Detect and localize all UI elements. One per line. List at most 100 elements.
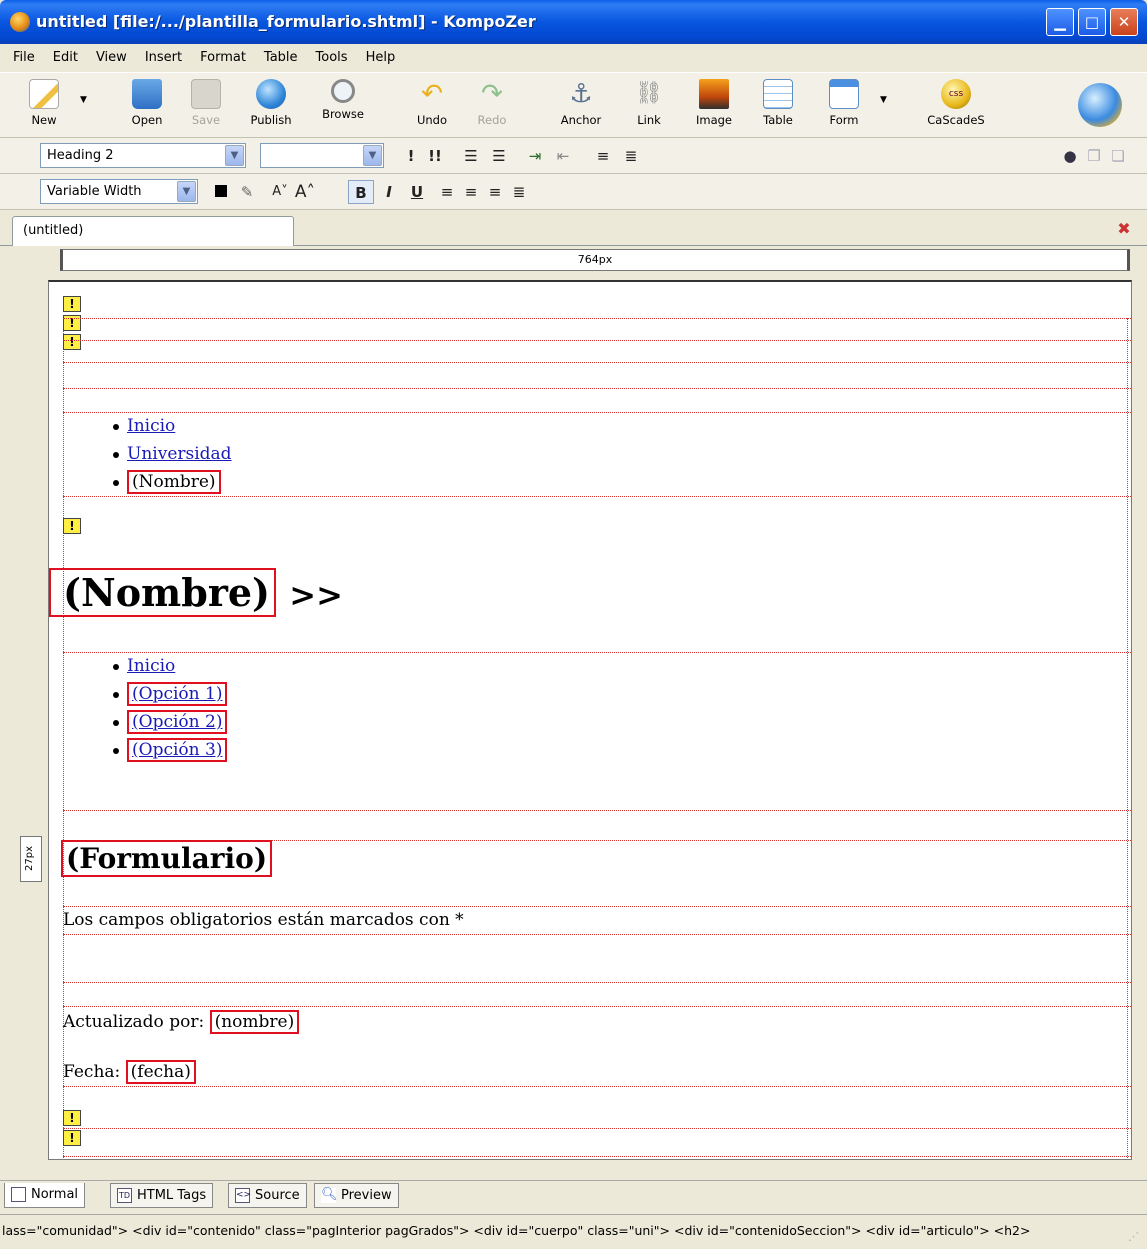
class-select[interactable]: ▼ (260, 143, 384, 168)
link-button[interactable]: ⛓ Link (630, 77, 668, 137)
tab-preview[interactable]: 🔍︎ Preview (314, 1183, 399, 1208)
publish-button[interactable]: Publish (246, 77, 296, 137)
menu-tools[interactable]: Tools (307, 50, 357, 65)
emphasis-icon[interactable]: ! (402, 144, 420, 168)
font-select[interactable]: Variable Width ▼ (40, 179, 198, 204)
image-icon (699, 79, 729, 109)
bullet-list-icon[interactable]: ☰ (486, 144, 512, 168)
close-tab-icon[interactable]: ✖ (1115, 220, 1133, 238)
open-folder-icon (132, 79, 162, 109)
menu-insert[interactable]: Insert (136, 50, 191, 65)
menu-edit[interactable]: Edit (44, 50, 87, 65)
underline-button[interactable]: U (406, 180, 428, 204)
block-outline (63, 340, 1131, 341)
warning-marker-icon[interactable]: ! (63, 518, 81, 534)
preview-magnifier-icon: 🔍︎ (321, 1187, 338, 1203)
kompozer-app-icon (10, 12, 30, 32)
form-dropdown-icon[interactable]: ▼ (880, 95, 887, 105)
larger-text-icon[interactable]: A˄ (292, 180, 318, 204)
smaller-text-icon[interactable]: A˅ (268, 180, 292, 204)
layer-back-icon[interactable]: ❐ (1084, 144, 1104, 168)
composition-toolbar: New ▼ Open Save Publish Browse ↶ Undo ↷ … (0, 72, 1147, 138)
new-dropdown-icon[interactable]: ▼ (80, 95, 87, 105)
table-button[interactable]: Table (756, 77, 800, 137)
resize-grip-icon[interactable]: ⋰ (1128, 1230, 1144, 1246)
menu-file[interactable]: File (4, 50, 44, 65)
tab-source[interactable]: <> Source (228, 1183, 307, 1208)
browse-button[interactable]: Browse (316, 77, 370, 137)
height-ruler: 27px (20, 836, 42, 882)
align-right-icon[interactable]: ≡ (484, 180, 506, 204)
cascades-button[interactable]: css CaScadeS (918, 77, 994, 137)
justify-icon[interactable]: ≣ (508, 180, 530, 204)
minimize-icon[interactable]: ▁ (1046, 8, 1074, 36)
layer-front-icon[interactable]: ❏ (1108, 144, 1128, 168)
open-button[interactable]: Open (124, 77, 170, 137)
updated-line[interactable]: Actualizado por: (nombre) (63, 1010, 300, 1034)
italic-button[interactable]: I (378, 180, 400, 204)
form-window-icon (829, 79, 859, 109)
block-outline (63, 810, 1131, 811)
element-path[interactable]: lass="comunidad"> <div id="contenido" cl… (2, 1223, 1030, 1238)
new-button[interactable]: New (20, 77, 68, 137)
block-outline (63, 362, 1131, 363)
menu-bar: File Edit View Insert Format Table Tools… (0, 44, 1147, 70)
block-outline (63, 1156, 1131, 1157)
visibility-icon[interactable]: ● (1060, 144, 1080, 168)
maximize-icon[interactable]: □ (1078, 8, 1106, 36)
bold-button[interactable]: B (348, 180, 374, 204)
numbered-list-icon[interactable]: ☰ (458, 144, 484, 168)
indent-icon[interactable]: ⇥ (522, 144, 548, 168)
undo-button[interactable]: ↶ Undo (410, 77, 454, 137)
list-item: (Opción 1) (113, 680, 228, 708)
status-bar: lass="comunidad"> <div id="contenido" cl… (0, 1214, 1147, 1249)
redo-button[interactable]: ↷ Redo (472, 77, 512, 137)
link-inicio[interactable]: Inicio (127, 656, 175, 676)
block-outline (1127, 318, 1128, 1159)
page-heading[interactable]: (Nombre) >> (49, 568, 343, 617)
document-tab-bar: (untitled) ✖ (0, 212, 1147, 247)
menu-view[interactable]: View (87, 50, 136, 65)
redo-arrow-icon: ↷ (481, 79, 503, 109)
strong-emphasis-icon[interactable]: !! (424, 144, 446, 168)
block-outline (63, 1128, 1131, 1129)
text-color-icon[interactable] (210, 180, 232, 204)
save-button[interactable]: Save (186, 77, 226, 137)
date-line[interactable]: Fecha: (fecha) (63, 1060, 196, 1084)
link-opcion-2[interactable]: (Opción 2) (127, 710, 228, 734)
close-icon[interactable]: ✕ (1110, 8, 1138, 36)
placeholder-nombre[interactable]: (Nombre) (127, 470, 221, 494)
link-opcion-3[interactable]: (Opción 3) (127, 738, 228, 762)
paragraph-style-select[interactable]: Heading 2 ▼ (40, 143, 246, 168)
definition-term-icon[interactable]: ≡ (590, 144, 616, 168)
warning-marker-icon[interactable]: ! (63, 1130, 81, 1146)
menu-help[interactable]: Help (357, 50, 405, 65)
link-universidad[interactable]: Universidad (127, 444, 232, 464)
form-heading[interactable]: (Formulario) (61, 840, 273, 877)
format-toolbar-2: Variable Width ▼ ✎ A˅ A˄ B I U ≡ ≡ ≡ ≣ (0, 174, 1147, 210)
tab-normal[interactable]: Normal (4, 1183, 86, 1208)
td-tag-icon: TD (117, 1188, 132, 1203)
tab-untitled[interactable]: (untitled) (12, 216, 294, 247)
image-button[interactable]: Image (690, 77, 738, 137)
anchor-button[interactable]: ⚓ Anchor (554, 77, 608, 137)
editor-canvas[interactable]: ! ! ! Inicio Universidad (Nombre) ! (Nom… (48, 280, 1132, 1160)
link-inicio[interactable]: Inicio (127, 416, 175, 436)
highlight-icon[interactable]: ✎ (236, 180, 258, 204)
list-item: Universidad (113, 440, 232, 468)
page-icon (11, 1187, 26, 1202)
form-button[interactable]: Form (822, 77, 866, 137)
menu-format[interactable]: Format (191, 50, 255, 65)
outdent-icon[interactable]: ⇤ (550, 144, 576, 168)
warning-marker-icon[interactable]: ! (63, 334, 81, 350)
required-note[interactable]: Los campos obligatorios están marcados c… (63, 910, 464, 930)
align-left-icon[interactable]: ≡ (436, 180, 458, 204)
align-center-icon[interactable]: ≡ (460, 180, 482, 204)
menu-table[interactable]: Table (255, 50, 307, 65)
link-opcion-1[interactable]: (Opción 1) (127, 682, 228, 706)
tab-html-tags[interactable]: TD HTML Tags (110, 1183, 214, 1208)
warning-marker-icon[interactable]: ! (63, 296, 81, 312)
definition-desc-icon[interactable]: ≣ (618, 144, 644, 168)
warning-marker-icon[interactable]: ! (63, 1110, 81, 1126)
chevron-down-icon: ▼ (225, 145, 244, 166)
